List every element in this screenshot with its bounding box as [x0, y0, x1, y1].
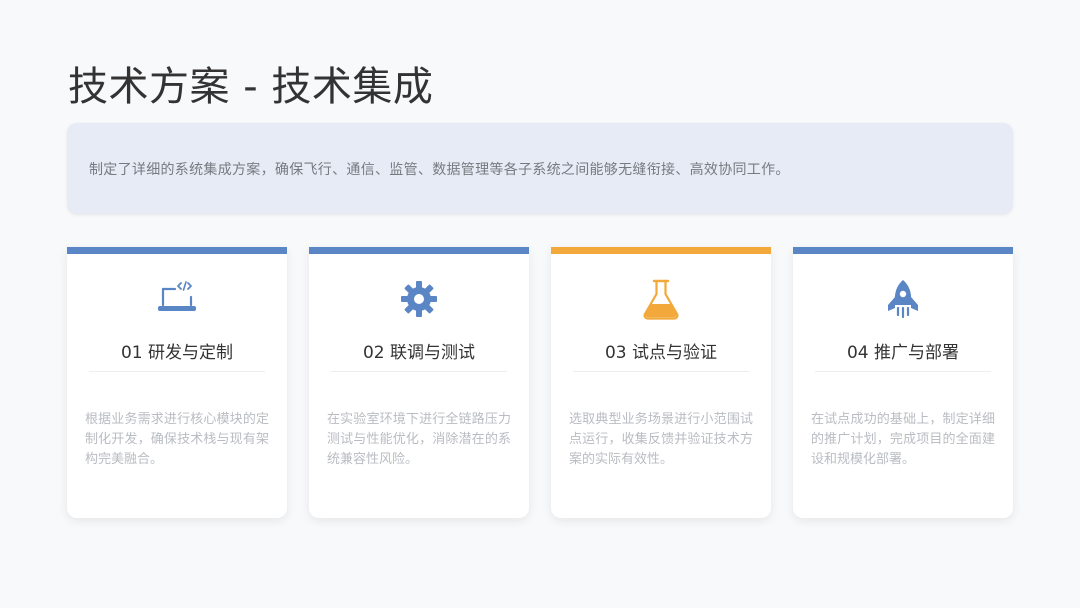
card-divider [331, 371, 507, 372]
card-description: 选取典型业务场景进行小范围试点运行，收集反馈并验证技术方案的实际有效性。 [569, 412, 753, 467]
card-divider [89, 371, 265, 372]
rocket-icon [881, 277, 925, 321]
card-divider [815, 371, 991, 372]
laptop-code-icon [155, 277, 199, 321]
card-divider [573, 371, 749, 372]
card-deploy: 04 推广与部署 在试点成功的基础上，制定详细的推广计划，完成项目的全面建设和规… [793, 247, 1013, 518]
card-accent-bar [309, 247, 529, 254]
card-title: 01 研发与定制 [120, 343, 234, 363]
card-testing: 02 联调与测试 在实验室环境下进行全链路压力测试与性能优化，消除潜在的系统兼容… [309, 247, 529, 518]
gear-icon [397, 277, 441, 321]
card-accent-bar [551, 247, 771, 254]
card-title: 02 联调与测试 [362, 343, 476, 363]
summary-box: 制定了详细的系统集成方案，确保飞行、通信、监管、数据管理等各子系统之间能够无缝衔… [67, 123, 1013, 214]
card-description: 在实验室环境下进行全链路压力测试与性能优化，消除潜在的系统兼容性风险。 [327, 412, 511, 467]
card-accent-bar [67, 247, 287, 254]
card-description: 根据业务需求进行核心模块的定制化开发，确保技术栈与现有架构完美融合。 [85, 412, 269, 467]
card-pilot: 03 试点与验证 选取典型业务场景进行小范围试点运行，收集反馈并验证技术方案的实… [551, 247, 771, 518]
card-research: 01 研发与定制 根据业务需求进行核心模块的定制化开发，确保技术栈与现有架构完美… [67, 247, 287, 518]
summary-text: 制定了详细的系统集成方案，确保飞行、通信、监管、数据管理等各子系统之间能够无缝衔… [89, 161, 790, 178]
flask-icon [639, 277, 683, 321]
card-title: 03 试点与验证 [604, 343, 718, 363]
card-title: 04 推广与部署 [846, 343, 960, 363]
card-accent-bar [793, 247, 1013, 254]
page-title: 技术方案 - 技术集成 [68, 64, 434, 110]
card-description: 在试点成功的基础上，制定详细的推广计划，完成项目的全面建设和规模化部署。 [811, 412, 995, 467]
slide: 技术方案 - 技术集成 制定了详细的系统集成方案，确保飞行、通信、监管、数据管理… [0, 0, 1080, 608]
